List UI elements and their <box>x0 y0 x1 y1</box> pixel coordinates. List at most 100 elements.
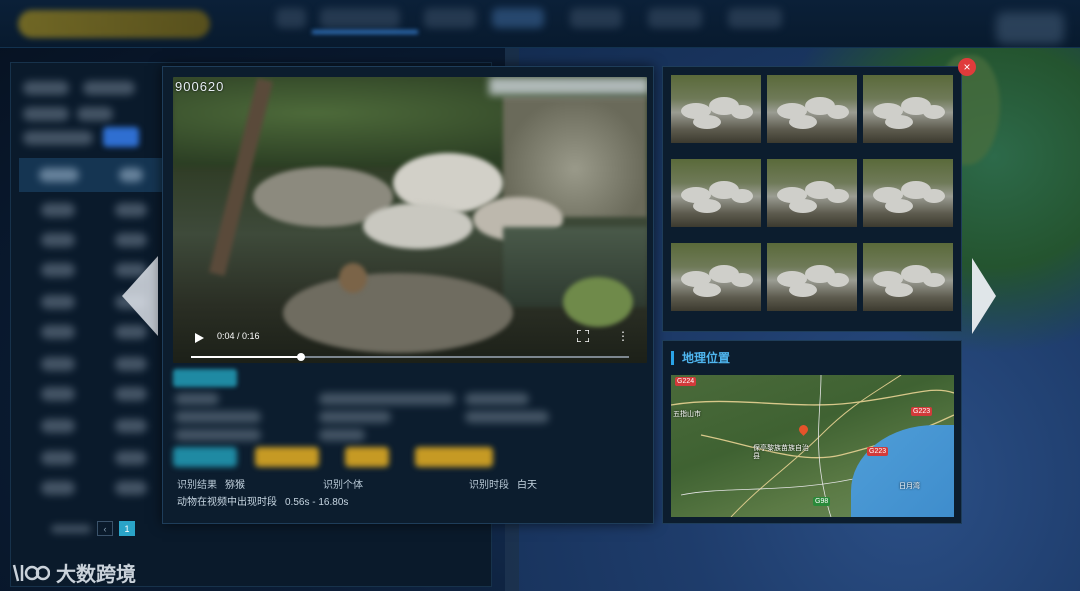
action-button[interactable] <box>173 447 237 467</box>
nav-item-active[interactable] <box>492 8 544 28</box>
thumbnail-rock <box>827 273 849 287</box>
video-detail-card: 900620 0:04 / 0:16 ⋮ 识别结果 猕猴 识别个体 识别时段 白… <box>162 66 654 524</box>
thumbnail-rock <box>827 105 849 119</box>
table-cell <box>115 481 147 495</box>
nav-item[interactable] <box>648 8 702 28</box>
table-cell <box>41 203 75 217</box>
table-cell <box>41 387 75 401</box>
thumbnail-rock <box>731 189 753 203</box>
thumbnail-rock <box>731 273 753 287</box>
individual-label: 识别个体 <box>323 480 363 491</box>
table-cell <box>41 325 75 339</box>
thumbnail-rock <box>789 115 817 129</box>
location-card: 地理位置 G224 G223 G223 G98 五指山市 保亭黎族苗族自治县 日… <box>662 340 962 524</box>
next-arrow-icon[interactable] <box>972 258 996 334</box>
frame-thumbnail[interactable] <box>863 243 953 311</box>
table-cell <box>115 387 147 401</box>
action-button[interactable] <box>255 447 319 467</box>
fullscreen-icon[interactable] <box>577 330 589 342</box>
frame-thumbnail[interactable] <box>671 75 761 143</box>
frame-thumbnail[interactable] <box>863 159 953 227</box>
action-button[interactable] <box>415 447 493 467</box>
table-cell <box>41 451 75 465</box>
pagination-prev-button[interactable]: ‹ <box>97 521 113 536</box>
play-icon[interactable] <box>195 333 204 343</box>
video-progress-knob[interactable] <box>296 353 305 361</box>
nav-item[interactable] <box>276 8 306 28</box>
video-player[interactable]: 900620 0:04 / 0:16 ⋮ <box>173 77 647 363</box>
thumbnail-rock <box>923 273 945 287</box>
table-cell <box>41 263 75 277</box>
thumbnail-rock <box>885 199 913 213</box>
pagination-page-current[interactable]: 1 <box>119 521 135 536</box>
frame-thumbnail[interactable] <box>863 75 953 143</box>
scene-monkey <box>339 263 367 293</box>
scene-grass <box>563 277 633 327</box>
table-header-cell <box>119 168 143 182</box>
frame-thumbnail[interactable] <box>767 75 857 143</box>
detail-field <box>465 411 549 423</box>
period-value: 白天 <box>517 480 537 491</box>
table-cell <box>41 481 75 495</box>
frame-thumbnail[interactable] <box>767 243 857 311</box>
video-progress-bar[interactable] <box>191 353 629 361</box>
frame-thumbnail[interactable] <box>671 243 761 311</box>
road-label: G98 <box>813 497 831 506</box>
search-button[interactable] <box>103 127 139 147</box>
video-title-bar <box>489 77 647 95</box>
nav-item[interactable] <box>570 8 622 28</box>
filter-field[interactable] <box>83 81 135 95</box>
nav-item[interactable] <box>424 8 476 28</box>
thumbnail-rock <box>885 115 913 129</box>
more-options-icon[interactable]: ⋮ <box>617 330 629 342</box>
filter-field[interactable] <box>23 131 93 145</box>
nav-item[interactable] <box>728 8 782 28</box>
thumbnail-rock <box>827 189 849 203</box>
result-label: 识别结果 <box>177 480 217 491</box>
road-label: G223 <box>911 407 933 416</box>
road-label: G224 <box>675 377 697 386</box>
frame-thumbnail[interactable] <box>767 159 857 227</box>
table-cell <box>115 357 147 371</box>
table-cell <box>115 203 147 217</box>
scene-rock <box>363 203 473 249</box>
detail-field <box>319 411 391 423</box>
period-item: 识别时段 白天 <box>469 476 537 491</box>
filter-label <box>23 107 69 121</box>
table-cell <box>115 233 147 247</box>
close-icon[interactable]: × <box>958 58 976 76</box>
pagination-total <box>51 524 91 533</box>
detail-field <box>319 429 365 441</box>
thumbnail-rock <box>731 105 753 119</box>
action-button[interactable] <box>345 447 389 467</box>
watermark-text: 大数跨境 <box>56 564 136 586</box>
user-menu[interactable] <box>996 12 1064 44</box>
table-cell <box>41 419 75 433</box>
detail-tag <box>173 369 237 387</box>
table-header-cell <box>39 168 79 182</box>
previous-arrow-icon[interactable] <box>122 256 158 336</box>
video-progress-fill <box>191 356 301 358</box>
nav-item[interactable] <box>320 8 400 28</box>
detail-field <box>465 393 529 405</box>
place-label: 日月湾 <box>899 483 920 490</box>
road-label: G223 <box>867 447 889 456</box>
result-value: 猕猴 <box>225 480 245 491</box>
thumbnail-rock <box>789 283 817 297</box>
table-cell <box>115 419 147 433</box>
thumbnail-rock <box>923 189 945 203</box>
appear-time-label: 动物在视频中出现时段 <box>177 497 277 508</box>
table-cell <box>115 451 147 465</box>
location-map[interactable]: G224 G223 G223 G98 五指山市 保亭黎族苗族自治县 日月湾 <box>671 375 954 517</box>
table-cell <box>41 357 75 371</box>
location-title: 地理位置 <box>671 351 730 365</box>
frame-thumbnail[interactable] <box>671 159 761 227</box>
watermark-logo <box>12 564 50 581</box>
place-label: 五指山市 <box>673 411 701 418</box>
result-item: 识别结果 猕猴 <box>177 476 245 491</box>
thumbnail-rock <box>693 283 721 297</box>
table-cell <box>41 295 75 309</box>
place-label: 保亭黎族苗族自治县 <box>753 445 809 460</box>
filter-field[interactable] <box>77 107 113 121</box>
thumbnail-rock <box>693 199 721 213</box>
